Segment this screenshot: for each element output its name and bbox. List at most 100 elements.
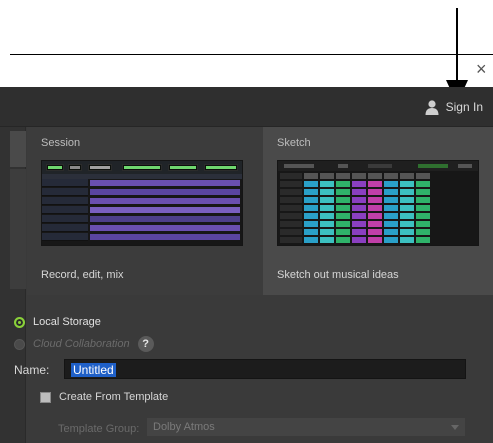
- sketch-clip: [304, 205, 318, 211]
- create-from-template-checkbox[interactable]: Create From Template: [40, 391, 168, 403]
- sketch-clip: [400, 205, 414, 211]
- template-card-session[interactable]: Session Record, edit, mix: [27, 127, 263, 295]
- sketch-clip: [352, 197, 366, 203]
- radio-selected-icon: [14, 316, 25, 328]
- sketch-clip: [320, 197, 334, 203]
- sketch-row-header: [280, 229, 302, 235]
- template-title: Session: [41, 137, 81, 149]
- template-title: Sketch: [277, 137, 311, 149]
- help-icon[interactable]: ?: [137, 336, 154, 352]
- sketch-clip: [336, 173, 350, 179]
- sketch-clip: [320, 229, 334, 235]
- sketch-clip: [304, 189, 318, 195]
- session-thumbnail: [41, 160, 243, 246]
- template-group-label: Template Group:: [58, 423, 140, 435]
- sketch-clip: [368, 221, 382, 227]
- sketch-clip: [352, 229, 366, 235]
- sketch-clip: [320, 189, 334, 195]
- sketch-row: [278, 229, 478, 236]
- radio-disabled-icon: [14, 338, 25, 350]
- dialog-header: Sign In: [0, 87, 493, 127]
- dashboard-dialog: Sign In Session Record, edit, mix Sketch…: [0, 87, 493, 443]
- sketch-clip: [368, 205, 382, 211]
- sketch-clip: [304, 221, 318, 227]
- user-icon: [425, 100, 439, 115]
- session-name-input[interactable]: Untitled: [64, 359, 466, 379]
- sketch-clip: [352, 237, 366, 243]
- sketch-clip: [336, 229, 350, 235]
- sketch-clip: [304, 213, 318, 219]
- sketch-row: [278, 197, 478, 204]
- sketch-clip: [320, 205, 334, 211]
- sketch-clip: [320, 173, 334, 179]
- sketch-clip: [400, 173, 414, 179]
- sketch-clip: [352, 221, 366, 227]
- sketch-clip: [400, 221, 414, 227]
- session-tracks: [42, 179, 242, 245]
- sketch-clip: [352, 173, 366, 179]
- sketch-clip: [368, 173, 382, 179]
- template-description: Sketch out musical ideas: [277, 269, 399, 281]
- sketch-clip: [384, 181, 398, 187]
- sketch-clip: [352, 181, 366, 187]
- sketch-clip: [352, 189, 366, 195]
- sketch-row: [278, 181, 478, 188]
- sketch-clip-grid: [278, 173, 478, 245]
- sketch-row-header: [280, 213, 302, 219]
- session-toolbar: [42, 161, 242, 174]
- session-name-value: Untitled: [71, 363, 116, 377]
- create-from-template-label: Create From Template: [59, 391, 169, 403]
- sketch-clip: [384, 197, 398, 203]
- sketch-clip: [384, 229, 398, 235]
- sketch-clip: [400, 229, 414, 235]
- sketch-clip: [416, 205, 430, 211]
- sketch-clip: [400, 189, 414, 195]
- sketch-clip: [368, 237, 382, 243]
- sketch-clip: [320, 181, 334, 187]
- sketch-clip: [400, 237, 414, 243]
- sidebar-tab[interactable]: [10, 131, 26, 167]
- sketch-clip: [320, 213, 334, 219]
- sketch-clip: [320, 237, 334, 243]
- sketch-clip: [304, 237, 318, 243]
- sketch-clip: [384, 189, 398, 195]
- sketch-clip: [368, 213, 382, 219]
- sketch-row-header: [280, 221, 302, 227]
- sketch-clip: [384, 221, 398, 227]
- sketch-clip: [336, 221, 350, 227]
- sketch-clip: [416, 213, 430, 219]
- sketch-clip: [400, 181, 414, 187]
- sketch-clip: [416, 237, 430, 243]
- template-group-select[interactable]: Dolby Atmos: [146, 417, 466, 437]
- sketch-clip: [352, 213, 366, 219]
- sketch-clip: [336, 197, 350, 203]
- sketch-clip: [416, 229, 430, 235]
- sketch-clip: [304, 181, 318, 187]
- sketch-clip: [416, 221, 430, 227]
- sketch-clip: [336, 189, 350, 195]
- name-label: Name:: [14, 363, 50, 377]
- close-icon[interactable]: ×: [476, 60, 487, 78]
- sketch-clip: [368, 197, 382, 203]
- sketch-clip: [368, 189, 382, 195]
- sketch-clip: [304, 197, 318, 203]
- sketch-row: [278, 213, 478, 220]
- sketch-clip: [416, 173, 430, 179]
- cloud-collaboration-label: Cloud Collaboration: [33, 338, 130, 350]
- sketch-row: [278, 237, 478, 244]
- local-storage-radio[interactable]: Local Storage: [14, 316, 101, 328]
- sketch-row-header: [280, 205, 302, 211]
- sketch-clip: [320, 221, 334, 227]
- sketch-clip: [400, 213, 414, 219]
- sidebar-tab[interactable]: [10, 169, 26, 289]
- template-card-sketch[interactable]: Sketch Sketch out musical ideas: [263, 127, 493, 295]
- sketch-row-header: [280, 181, 302, 187]
- sketch-row-header: [280, 173, 302, 179]
- sketch-clip: [384, 173, 398, 179]
- sketch-clip: [368, 181, 382, 187]
- sketch-clip: [336, 205, 350, 211]
- sketch-row-header: [280, 197, 302, 203]
- chevron-down-icon: [451, 425, 459, 430]
- sign-in-button[interactable]: Sign In: [424, 99, 483, 115]
- sign-in-label: Sign In: [445, 100, 483, 114]
